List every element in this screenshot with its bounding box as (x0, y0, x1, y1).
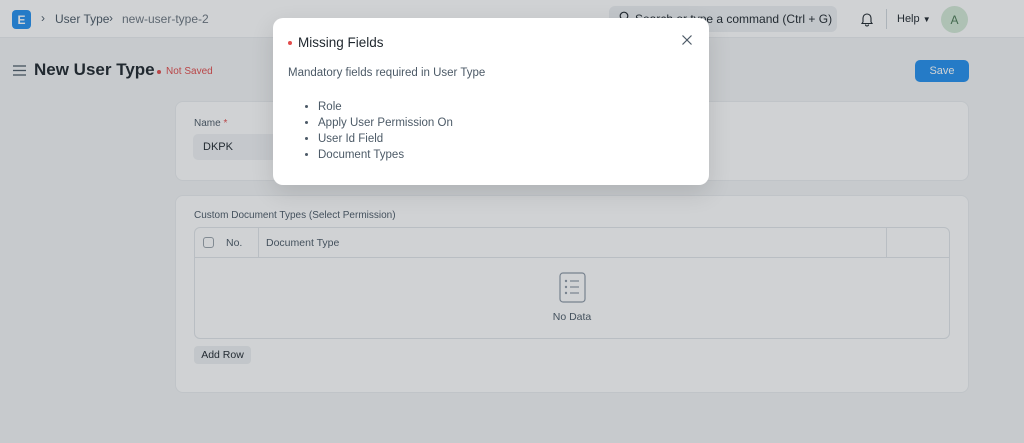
list-item: Document Types (318, 147, 453, 163)
list-item: User Id Field (318, 131, 453, 147)
dialog-title: Missing Fields (288, 35, 384, 50)
list-item: Apply User Permission On (318, 115, 453, 131)
missing-fields-list: Role Apply User Permission On User Id Fi… (318, 99, 453, 163)
dialog-title-text: Missing Fields (298, 35, 384, 50)
indicator-dot (288, 40, 292, 45)
list-item: Role (318, 99, 453, 115)
dialog-message: Mandatory fields required in User Type (288, 67, 486, 79)
missing-fields-dialog: Missing Fields Mandatory fields required… (273, 18, 709, 185)
close-icon[interactable] (681, 34, 693, 46)
